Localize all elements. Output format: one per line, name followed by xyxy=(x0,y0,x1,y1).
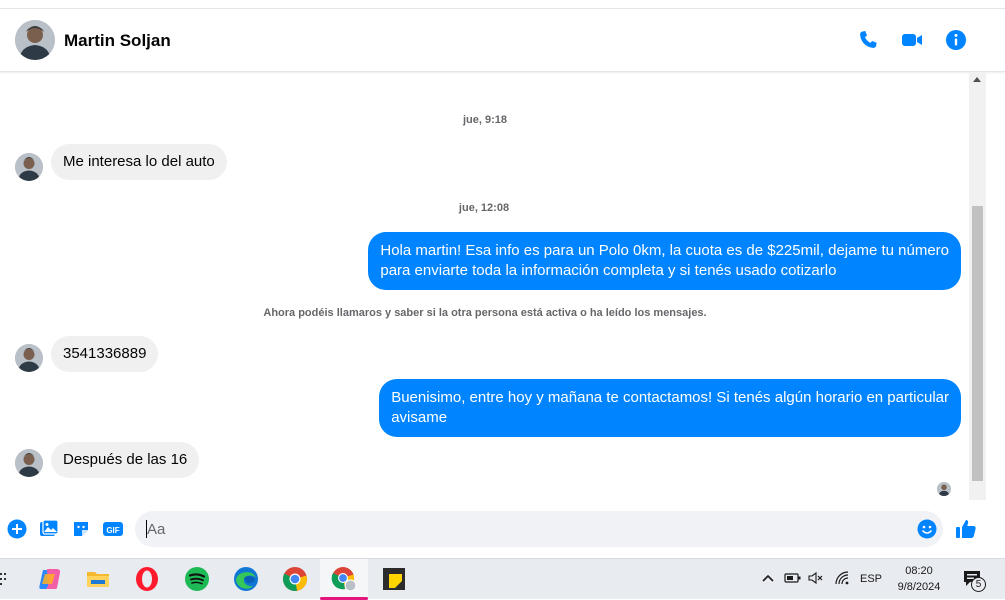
opera-icon[interactable] xyxy=(133,565,161,593)
seen-avatar xyxy=(937,482,951,496)
message-thread: jue, 9:18 Me interesa lo del auto jue, 1… xyxy=(0,73,969,500)
widgets-edge[interactable] xyxy=(0,571,8,587)
message-input-box[interactable] xyxy=(135,511,943,547)
sender-avatar[interactable] xyxy=(15,449,43,477)
chevron-up-icon[interactable] xyxy=(762,570,774,589)
video-icon[interactable] xyxy=(900,28,924,52)
outgoing-message[interactable]: Hola martin! Esa info es para un Polo 0k… xyxy=(368,232,961,290)
sticker-icon[interactable] xyxy=(71,519,91,539)
thumbs-up-icon[interactable] xyxy=(955,518,977,540)
sticky-notes-icon[interactable] xyxy=(380,565,408,593)
info-icon[interactable] xyxy=(944,28,968,52)
contact-avatar[interactable] xyxy=(15,20,55,60)
incoming-message[interactable]: Después de las 16 xyxy=(51,442,200,478)
scrollbar-thumb[interactable] xyxy=(972,206,983,481)
chrome-profile-icon[interactable] xyxy=(330,565,358,593)
phone-icon[interactable] xyxy=(856,28,880,52)
message-line: avisame xyxy=(391,409,448,426)
incoming-message[interactable]: 3541336889 xyxy=(51,336,159,372)
sender-avatar[interactable] xyxy=(15,153,43,181)
language-indicator[interactable]: ESP xyxy=(860,573,882,585)
plus-icon[interactable] xyxy=(7,519,27,539)
notification-center-icon[interactable]: 5 xyxy=(962,569,988,592)
battery-icon[interactable] xyxy=(784,571,802,588)
timestamp: jue, 12:08 xyxy=(458,202,510,214)
incoming-message[interactable]: Me interesa lo del auto xyxy=(51,144,227,180)
message-composer: GIF xyxy=(0,500,986,558)
copilot-icon[interactable] xyxy=(36,565,64,593)
svg-text:GIF: GIF xyxy=(106,526,119,535)
message-input[interactable] xyxy=(147,518,907,540)
windows-taskbar: ESP 08:20 9/8/2024 5 xyxy=(0,558,1005,600)
file-explorer-icon[interactable] xyxy=(84,565,112,593)
window-top-strip xyxy=(0,0,1005,9)
contact-name[interactable]: Martin Soljan xyxy=(64,31,171,51)
chrome-icon[interactable] xyxy=(281,565,309,593)
volume-muted-icon[interactable] xyxy=(808,571,824,588)
conversation-header: Martin Soljan xyxy=(0,9,1005,72)
timestamp: jue, 9:18 xyxy=(462,114,508,126)
edge-icon[interactable] xyxy=(232,565,260,593)
outgoing-message[interactable]: Buenisimo, entre hoy y mañana te contact… xyxy=(379,379,961,437)
clock-date: 9/8/2024 xyxy=(897,581,941,593)
sender-avatar[interactable] xyxy=(15,344,43,372)
image-icon[interactable] xyxy=(39,519,59,539)
message-line: Buenisimo, entre hoy y mañana te contact… xyxy=(391,389,949,406)
gif-icon[interactable]: GIF xyxy=(103,519,123,539)
status-notice: Ahora podéis llamaros y saber si la otra… xyxy=(263,307,707,319)
message-line: Hola martin! Esa info es para un Polo 0k… xyxy=(380,242,949,259)
clock[interactable]: 08:20 9/8/2024 xyxy=(885,563,953,595)
scrollbar[interactable] xyxy=(969,73,986,558)
scroll-up-arrow[interactable] xyxy=(973,77,981,82)
wifi-icon[interactable] xyxy=(834,570,850,589)
spotify-icon[interactable] xyxy=(183,565,211,593)
emoji-icon[interactable] xyxy=(917,519,937,539)
notification-count-badge: 5 xyxy=(971,577,986,592)
clock-time: 08:20 xyxy=(905,565,933,577)
message-line: para enviarte toda la información comple… xyxy=(380,262,837,279)
